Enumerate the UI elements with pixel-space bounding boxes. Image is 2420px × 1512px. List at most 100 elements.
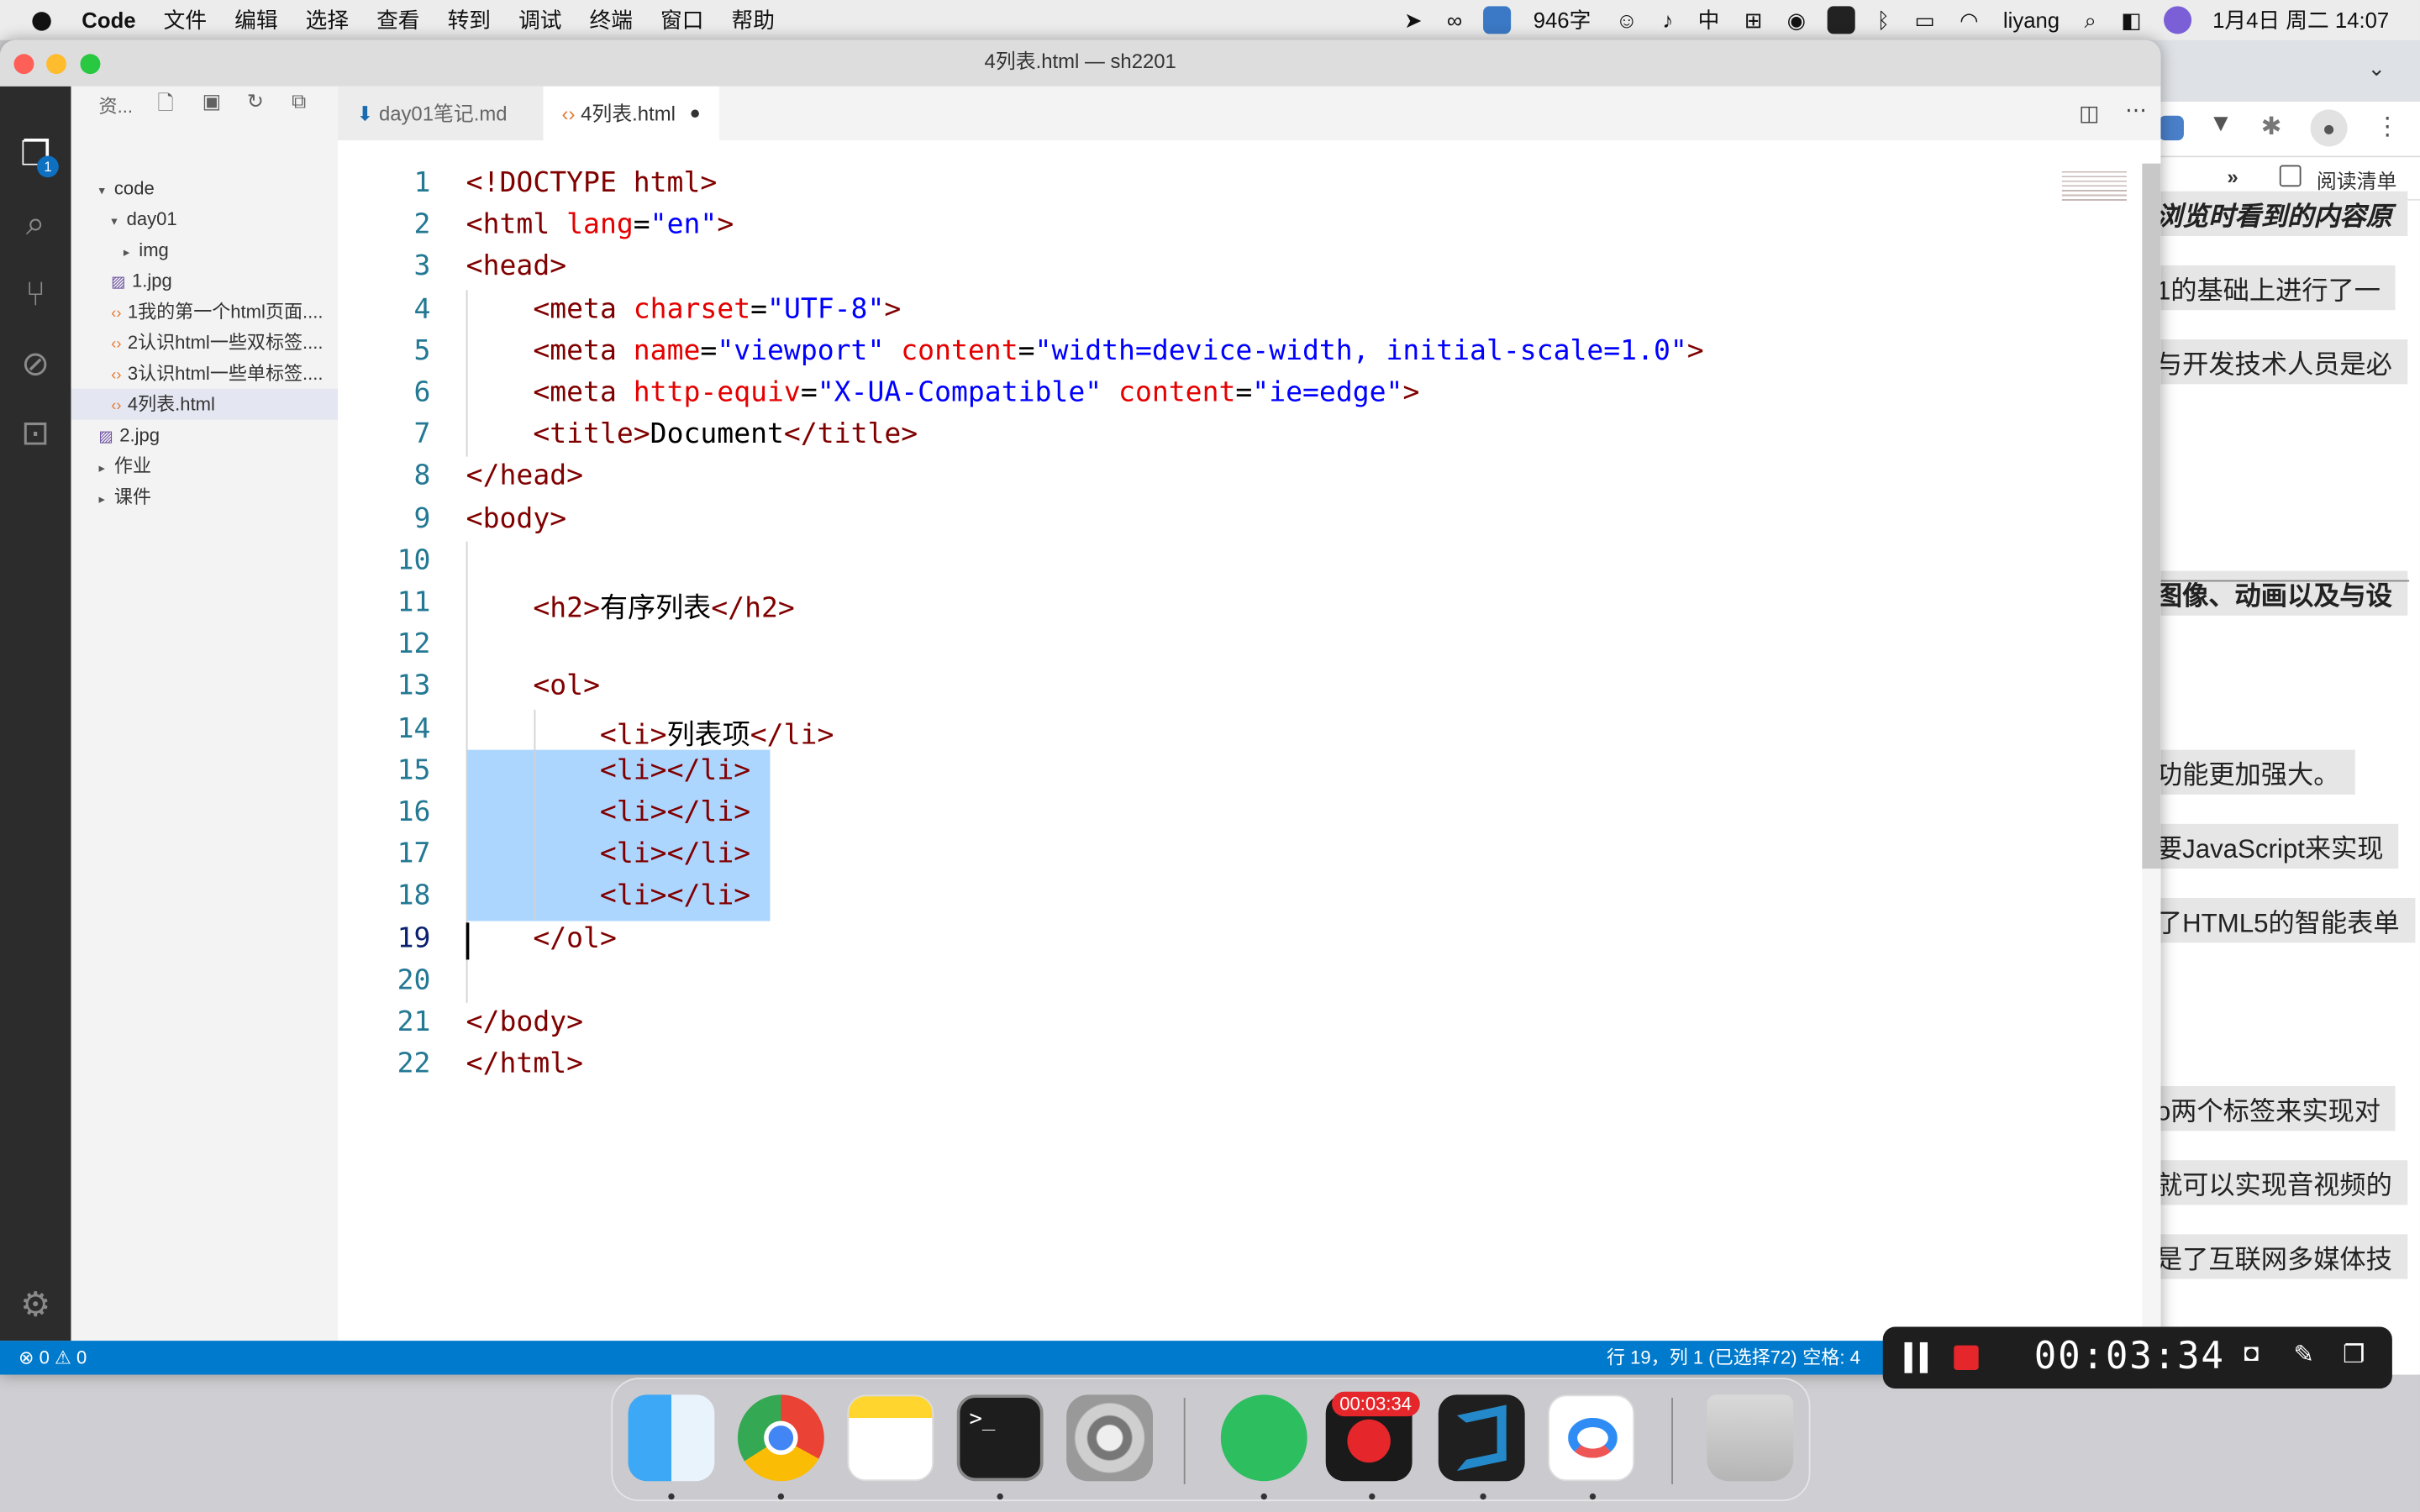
evernote-status-icon[interactable]: ◉ — [1775, 0, 1818, 40]
binoculars-icon[interactable]: ⊞ — [1732, 0, 1775, 40]
debug-icon[interactable]: ⊘ — [17, 345, 54, 382]
word-count[interactable]: 946字 — [1521, 0, 1603, 40]
editor-scrollbar[interactable] — [2142, 163, 2161, 1341]
notes-icon[interactable] — [847, 1394, 934, 1482]
reading-list-button[interactable]: 阅读清单 — [2317, 165, 2397, 195]
reading-list-icon[interactable] — [2279, 165, 2302, 187]
tab-day01-notes[interactable]: ⬇ day01笔记.md — [338, 86, 544, 141]
problems-indicator[interactable]: ⊗ 0 ⚠ 0 — [18, 1341, 87, 1374]
code-line[interactable]: <ol> — [466, 670, 600, 703]
tab-list-html[interactable]: ‹› 4列表.html ● — [543, 86, 719, 141]
chevron-down-icon[interactable]: ⌄ — [2367, 55, 2386, 81]
tree-file[interactable]: ‹› 2认识html一些双标签.... — [71, 327, 338, 358]
puzzle-icon[interactable]: ✱ — [2261, 111, 2282, 142]
baidu-netdisk-icon[interactable] — [1548, 1394, 1635, 1482]
maximize-window-button[interactable] — [80, 54, 101, 75]
code-line[interactable]: <li></li> — [466, 796, 750, 829]
code-line[interactable]: <meta charset="UTF-8"> — [466, 292, 901, 325]
window-icon[interactable]: ❐ — [2343, 1339, 2365, 1370]
code-line[interactable]: <html lang="en"> — [466, 208, 734, 241]
code-line[interactable]: <h2>有序列表</h2> — [466, 586, 794, 627]
minimize-window-button[interactable] — [46, 54, 66, 75]
code-line[interactable]: <body> — [466, 502, 566, 535]
location-icon[interactable]: ➤ — [1392, 0, 1434, 40]
code-line[interactable]: <meta name="viewport" content="width=dev… — [466, 334, 1704, 367]
vscode-status-icon[interactable] — [1483, 6, 1512, 34]
unsaved-dot-icon[interactable]: ● — [690, 87, 701, 140]
camera-icon[interactable]: ◘ — [2244, 1341, 2260, 1368]
scrollbar-thumb[interactable] — [2142, 163, 2161, 869]
menu-item[interactable]: 帮助 — [718, 0, 788, 40]
bluetooth-icon[interactable]: ᛒ — [1865, 0, 1902, 40]
terminal-icon[interactable]: >_ — [956, 1394, 1044, 1482]
code-line[interactable]: <head> — [466, 250, 566, 283]
extension-icon[interactable] — [2159, 115, 2184, 141]
evernote-icon[interactable] — [1220, 1394, 1307, 1482]
code-line[interactable]: </ol> — [466, 922, 617, 955]
tree-file[interactable]: ‹› 3认识html一些单标签.... — [71, 358, 338, 389]
chrome-icon[interactable] — [737, 1394, 824, 1482]
pause-icon[interactable] — [1904, 1341, 1912, 1373]
new-file-icon[interactable]: 🗋 — [157, 90, 173, 123]
more-menu-icon[interactable]: ⋮ — [2375, 111, 2400, 142]
code-line[interactable]: <li></li> — [466, 880, 750, 913]
tree-file[interactable]: ▨ 1.jpg — [71, 265, 338, 297]
tree-folder[interactable]: ▸ 课件 — [71, 481, 338, 512]
finder-icon[interactable] — [628, 1394, 715, 1482]
microphone-icon[interactable]: ♪ — [1650, 0, 1686, 40]
code-line[interactable]: <meta http-equiv="X-UA-Compatible" conte… — [466, 376, 1420, 409]
settings-gear-icon[interactable]: ⚙ — [17, 1286, 54, 1324]
battery-icon[interactable]: ▭ — [1902, 0, 1948, 40]
control-center-icon[interactable]: ◧ — [2109, 0, 2154, 40]
tree-file[interactable]: ‹› 1我的第一个html页面.... — [71, 297, 338, 328]
tree-folder[interactable]: ▾ code — [71, 173, 338, 204]
tree-file[interactable]: ▨ 2.jpg — [71, 420, 338, 451]
trash-icon[interactable] — [1707, 1394, 1794, 1482]
tree-file[interactable]: ‹› 4列表.html — [71, 388, 339, 420]
siri-icon[interactable] — [2163, 6, 2191, 34]
menu-item[interactable]: 转到 — [434, 0, 504, 40]
system-preferences-icon[interactable] — [1066, 1394, 1154, 1482]
tree-folder[interactable]: ▸ 作业 — [71, 450, 338, 481]
menu-item[interactable]: 调试 — [505, 0, 576, 40]
tree-folder[interactable]: ▾ day01 — [71, 203, 338, 234]
code-editor[interactable]: 1 2 3 4 5 6 7 8 9 10 11 12 13 14 15 16 17 18 19 20 21 22 <!DO… — [338, 140, 2161, 1341]
wifi-icon[interactable]: ◠ — [1947, 0, 1991, 40]
vscode-icon[interactable] — [1438, 1394, 1525, 1482]
cursor-position[interactable]: 行 19，列 1 (已选择72) — [1607, 1341, 1797, 1374]
bookmarks-overflow[interactable]: » — [2227, 165, 2238, 189]
tencent-meeting-icon[interactable]: ∞ — [1434, 0, 1475, 40]
code-line[interactable]: <!DOCTYPE html> — [466, 166, 718, 199]
profile-icon[interactable]: ● — [2310, 109, 2348, 147]
more-actions-icon[interactable]: ⋯ — [2125, 97, 2147, 123]
source-control-icon[interactable]: ⑂ — [17, 276, 54, 313]
code-line[interactable]: <li></li> — [466, 754, 750, 787]
apple-menu-icon[interactable]: ● — [0, 0, 68, 40]
extensions-icon[interactable]: ⊡ — [17, 414, 54, 452]
split-editor-icon[interactable]: ◫ — [2079, 100, 2099, 126]
minimap[interactable] — [2061, 168, 2127, 202]
search-icon[interactable]: ⌕ — [2072, 0, 2109, 40]
refresh-icon[interactable]: ↻ — [247, 90, 264, 114]
code-line[interactable]: <li>列表项</li> — [466, 712, 834, 753]
user-name[interactable]: liyang — [1991, 0, 2072, 40]
s-app-icon[interactable] — [1827, 6, 1855, 34]
menu-item[interactable]: 终端 — [576, 0, 646, 40]
indentation[interactable]: 空格: 4 — [1802, 1341, 1860, 1374]
code-line[interactable]: <title>Document</title> — [466, 418, 918, 451]
search-icon[interactable]: ⌕ — [17, 204, 54, 242]
emoji-icon[interactable]: ☺ — [1603, 0, 1650, 40]
code-line[interactable]: </body> — [466, 1006, 583, 1039]
input-method[interactable]: 中 — [1686, 0, 1732, 40]
stop-icon[interactable] — [1954, 1345, 1979, 1370]
menu-item[interactable]: 窗口 — [647, 0, 718, 40]
clock[interactable]: 1月4日 周二 14:07 — [2200, 0, 2401, 40]
menu-item[interactable]: 选择 — [292, 0, 362, 40]
close-window-button[interactable] — [13, 54, 34, 75]
new-folder-icon[interactable]: ▣ — [203, 90, 222, 114]
code-line[interactable]: </head> — [466, 460, 583, 493]
pen-icon[interactable]: ✎ — [2293, 1339, 2314, 1370]
code-line[interactable]: </html> — [466, 1047, 583, 1080]
tree-folder[interactable]: ▸ img — [71, 234, 338, 265]
collapse-all-icon[interactable]: ⧉ — [292, 90, 306, 114]
